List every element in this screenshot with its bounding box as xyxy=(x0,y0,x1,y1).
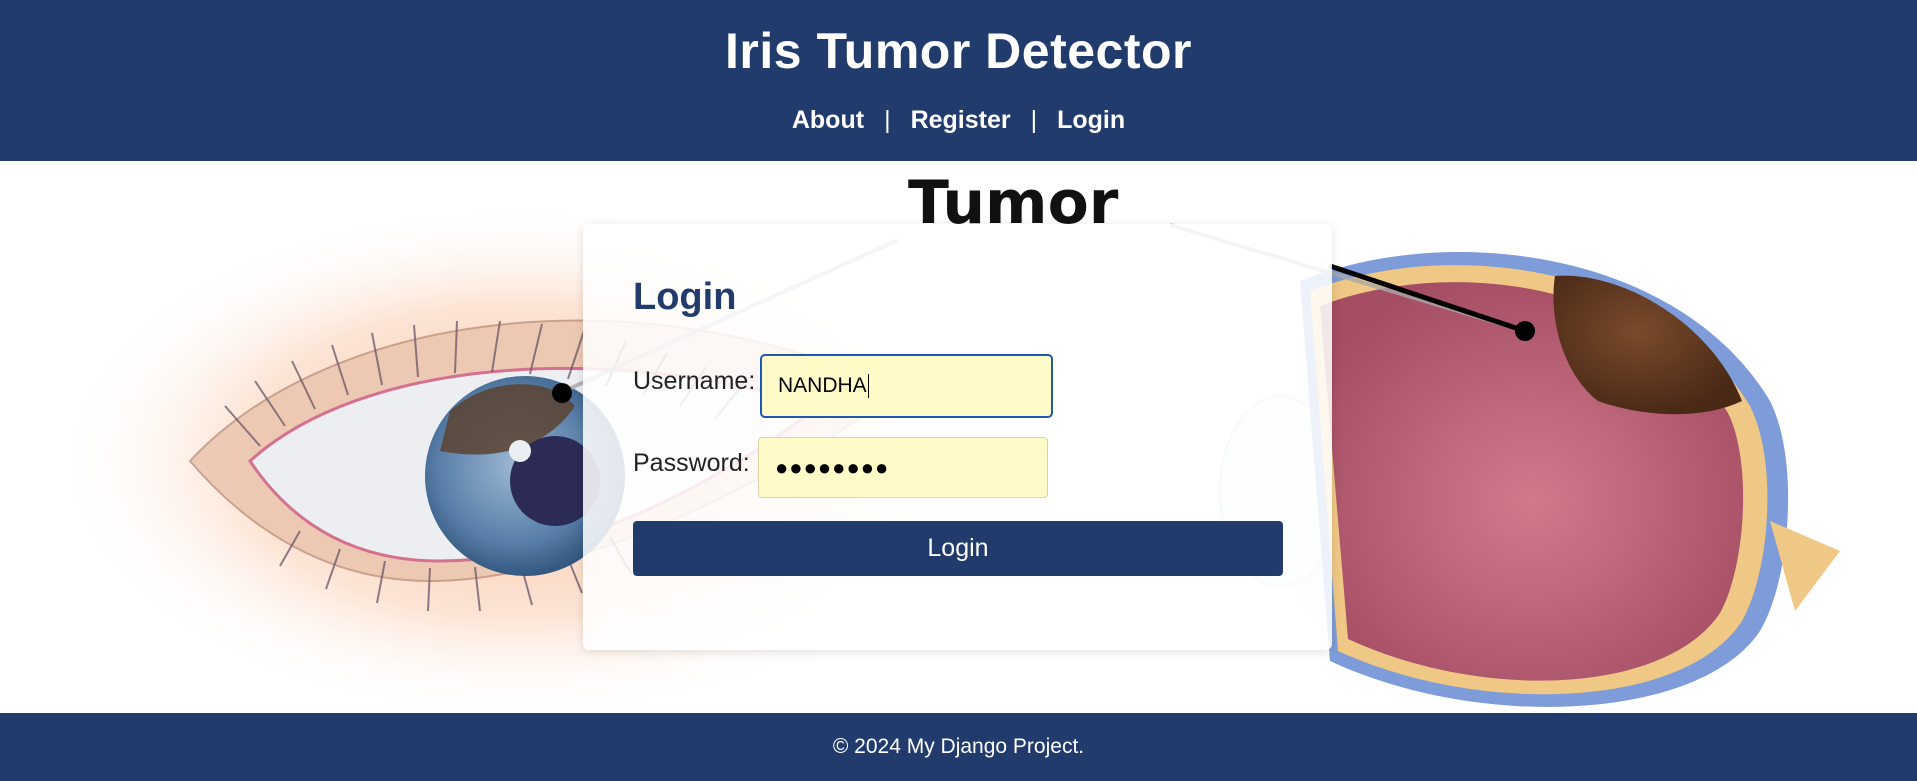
main-nav: About | Register | Login xyxy=(0,106,1917,135)
login-button[interactable]: Login xyxy=(633,521,1283,576)
password-input[interactable]: ●●●●●●●● xyxy=(758,437,1048,498)
iris-highlight xyxy=(509,440,531,462)
nav-login-link[interactable]: Login xyxy=(1057,106,1125,135)
site-header: Iris Tumor Detector About | Register | L… xyxy=(0,0,1917,161)
nav-separator: | xyxy=(1030,106,1038,134)
text-caret xyxy=(867,374,869,398)
site-footer: © 2024 My Django Project. xyxy=(0,713,1917,781)
password-mask: ●●●●●●●● xyxy=(775,454,890,480)
username-value: NANDHA xyxy=(778,374,867,397)
login-card: Login Username: NANDHA Password: ●●●●●●●… xyxy=(583,224,1332,650)
username-input[interactable]: NANDHA xyxy=(760,354,1053,418)
nav-separator: | xyxy=(884,106,891,134)
nav-register-link[interactable]: Register xyxy=(911,106,1011,135)
nav-about-link[interactable]: About xyxy=(792,106,864,135)
site-title: Iris Tumor Detector xyxy=(725,23,1192,79)
pointer-dot-left xyxy=(552,383,572,403)
login-heading: Login xyxy=(633,276,737,318)
footer-copyright: © 2024 My Django Project. xyxy=(832,735,1085,758)
username-label: Username: xyxy=(633,367,756,395)
pointer-dot-right xyxy=(1515,321,1535,341)
password-label: Password: xyxy=(633,449,750,477)
hero-background: Tumor Login Username: NANDHA Password: ●… xyxy=(0,161,1917,713)
